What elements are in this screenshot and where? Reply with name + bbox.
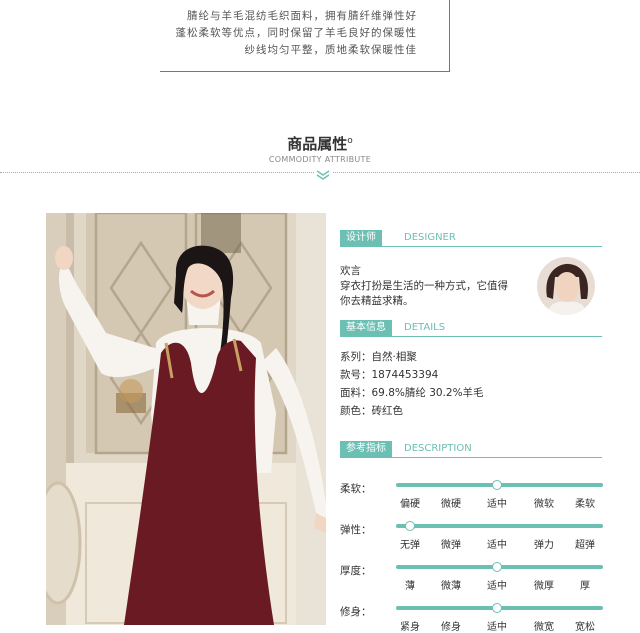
attribute-label: 柔软： xyxy=(340,483,372,495)
model-number-text: 款号：1874453394 xyxy=(340,369,439,381)
attribute-option: 柔软 xyxy=(575,499,595,510)
designer-underline xyxy=(340,246,602,247)
description-tag: 参考指标 xyxy=(340,441,392,457)
attribute-slider-track xyxy=(396,524,603,528)
attribute-option: 适中 xyxy=(487,622,507,633)
attribute-slider-knob xyxy=(491,602,502,613)
attribute-option: 适中 xyxy=(487,581,507,592)
designer-avatar xyxy=(537,257,595,315)
intro-box: 腈纶与羊毛混纺毛织面料，拥有腈纤维弹性好 蓬松柔软等优点，同时保留了羊毛良好的保… xyxy=(160,0,450,72)
product-photo xyxy=(46,213,326,625)
attribute-option: 微薄 xyxy=(441,581,461,592)
description-tag-en: DESCRIPTION xyxy=(404,443,472,454)
attribute-option: 超弹 xyxy=(575,540,595,551)
series-text: 系列：自然·相聚 xyxy=(340,351,417,363)
designer-tag-en: DESIGNER xyxy=(404,232,456,243)
attribute-option: 微弹 xyxy=(441,540,461,551)
attribute-label: 修身： xyxy=(340,606,372,618)
designer-name: 欢言 xyxy=(340,265,361,277)
fabric-text: 面料：69.8%腈纶 30.2%羊毛 xyxy=(340,387,484,399)
designer-quote-2: 你去精益求精。 xyxy=(340,295,414,307)
designer-quote-1: 穿衣打扮是生活的一种方式，它值得 xyxy=(340,280,508,292)
description-underline xyxy=(340,457,602,458)
color-text: 颜色：砖红色 xyxy=(340,405,403,417)
intro-line-3: 纱线均匀平整，质地柔软保暖性佳 xyxy=(244,44,417,56)
attribute-label: 弹性： xyxy=(340,524,372,536)
attribute-slider-knob xyxy=(491,561,502,572)
chevron-down-icon xyxy=(314,168,332,182)
attribute-slider-knob xyxy=(404,520,415,531)
section-subtitle: COMMODITY ATTRIBUTE xyxy=(268,155,372,164)
designer-tag: 设计师 xyxy=(340,230,382,246)
attribute-option: 微硬 xyxy=(441,499,461,510)
attribute-label: 厚度： xyxy=(340,565,372,577)
intro-line-1: 腈纶与羊毛混纺毛织面料，拥有腈纤维弹性好 xyxy=(187,10,417,22)
attribute-option: 适中 xyxy=(487,540,507,551)
details-tag: 基本信息 xyxy=(340,320,392,336)
details-underline xyxy=(340,336,602,337)
attribute-option: 修身 xyxy=(441,622,461,633)
attribute-option: 适中 xyxy=(487,499,507,510)
attribute-slider-knob xyxy=(491,479,502,490)
section-title: 商品属性o xyxy=(0,133,640,154)
section-title-mark: o xyxy=(347,136,353,146)
attribute-option: 宽松 xyxy=(575,622,595,633)
details-tag-en: DETAILS xyxy=(404,322,446,333)
section-title-text: 商品属性 xyxy=(287,135,348,153)
attribute-option: 厚 xyxy=(580,581,590,592)
intro-line-2: 蓬松柔软等优点，同时保留了羊毛良好的保暖性 xyxy=(175,27,417,39)
